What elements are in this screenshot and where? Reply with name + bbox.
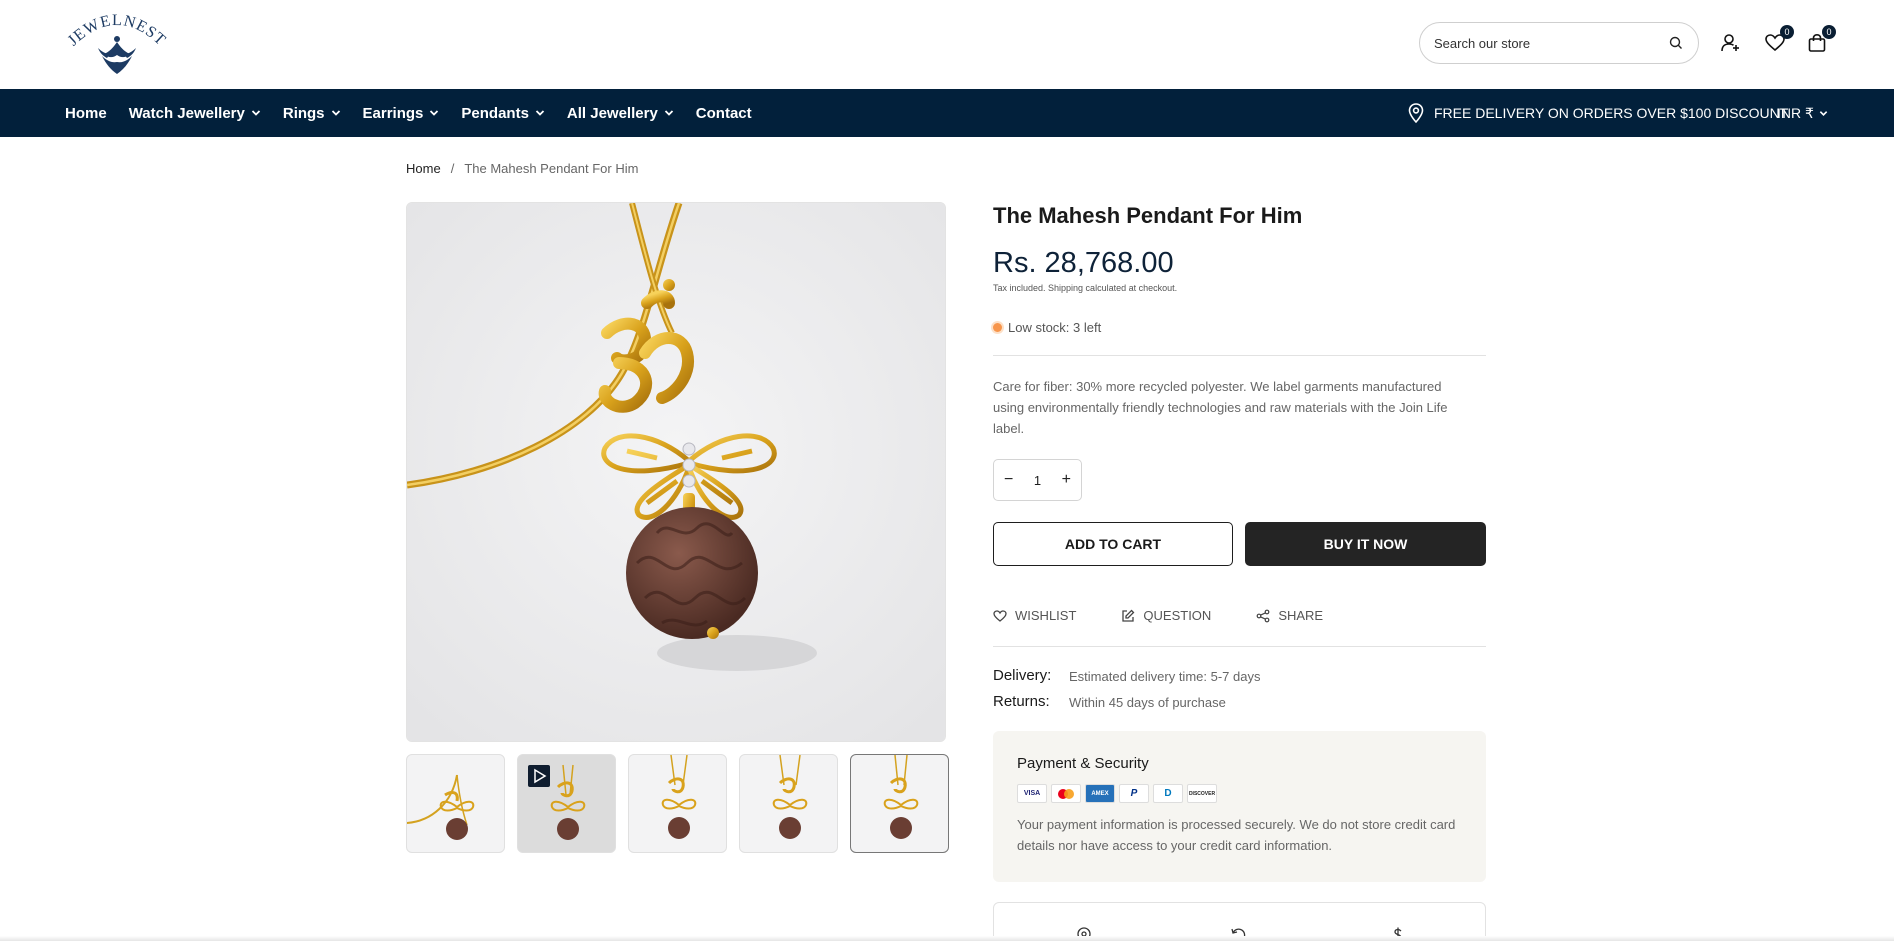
delivery-label: Delivery: (993, 667, 1052, 684)
nav-item-contact[interactable]: Contact (696, 105, 752, 122)
stock-text: Low stock: 3 left (1008, 320, 1102, 335)
chevron-down-icon (251, 110, 260, 116)
nav-item-label: Home (65, 104, 107, 122)
chevron-down-icon (430, 110, 439, 116)
site-header: JEWELNEST 0 (0, 0, 1894, 89)
stock-status: Low stock: 3 left (993, 320, 1101, 335)
wishlist-count-badge: 0 (1780, 25, 1794, 39)
chevron-down-icon (1819, 110, 1828, 116)
nav-menu: Home Watch Jewellery Rings Earrings Pend… (65, 89, 774, 137)
share-icon (1256, 609, 1270, 622)
payment-methods: VISA AMEX P D DISCOVER (1017, 784, 1462, 803)
breadcrumb-current: The Mahesh Pendant For Him (464, 161, 639, 176)
chevron-down-icon (331, 110, 340, 116)
site-logo[interactable]: JEWELNEST (62, 8, 172, 78)
decrease-quantity-button[interactable]: − (1004, 471, 1013, 489)
payment-security-title: Payment & Security (1017, 755, 1149, 772)
breadcrumb-separator: / (450, 161, 455, 176)
diners-club-icon: D (1153, 784, 1183, 803)
nav-item-rings[interactable]: Rings (283, 105, 341, 122)
divider (993, 646, 1486, 647)
quantity-value[interactable]: 1 (1034, 473, 1041, 488)
visa-icon: VISA (1017, 784, 1047, 803)
cart-icon[interactable]: 0 (1806, 25, 1836, 54)
nav-item-home[interactable]: Home (65, 105, 107, 122)
nav-item-all-jewellery[interactable]: All Jewellery (567, 105, 674, 122)
nav-item-pendants[interactable]: Pendants (461, 105, 545, 122)
wishlist-label: WISHLIST (1015, 608, 1077, 623)
product-actions: WISHLIST QUESTION SHARE (993, 608, 1368, 623)
question-button[interactable]: QUESTION (1121, 608, 1211, 623)
add-to-cart-button[interactable]: ADD TO CART (993, 522, 1233, 566)
search-icon[interactable] (1668, 35, 1684, 51)
amex-icon: AMEX (1085, 784, 1115, 803)
edit-icon (1122, 609, 1135, 622)
product-price: Rs. 28,768.00 (993, 247, 1174, 279)
nav-item-earrings[interactable]: Earrings (363, 105, 440, 122)
question-label: QUESTION (1143, 608, 1212, 623)
delivery-info: Delivery: Estimated delivery time: 5-7 d… (993, 667, 1260, 684)
returns-value: Within 45 days of purchase (1069, 695, 1226, 710)
nav-item-label: Watch Jewellery (128, 104, 245, 122)
divider (993, 355, 1486, 356)
cart-count-badge: 0 (1822, 25, 1836, 39)
stock-indicator-dot (993, 323, 1002, 332)
thumbnail-strip (406, 754, 949, 853)
chevron-down-icon (535, 110, 545, 116)
promo-text: FREE DELIVERY ON ORDERS OVER $100 DISCOU… (1434, 105, 1791, 121)
promo-banner: FREE DELIVERY ON ORDERS OVER $100 DISCOU… (1407, 89, 1791, 137)
nav-item-label: All Jewellery (566, 104, 658, 122)
product-title: The Mahesh Pendant For Him (993, 203, 1303, 228)
payment-security-text: Your payment information is processed se… (1017, 817, 1456, 853)
currency-selector[interactable]: INR ₹ (1777, 89, 1828, 137)
chevron-down-icon (664, 110, 673, 116)
nav-item-label: Earrings (362, 104, 424, 122)
search-input[interactable] (1434, 35, 1668, 51)
share-label: SHARE (1278, 608, 1324, 623)
delivery-value: Estimated delivery time: 5-7 days (1069, 669, 1261, 684)
account-icon[interactable] (1720, 32, 1742, 54)
share-button[interactable]: SHARE (1256, 608, 1323, 623)
product-thumbnail-active[interactable] (850, 754, 949, 853)
main-navigation: Home Watch Jewellery Rings Earrings Pend… (0, 89, 1894, 137)
returns-label: Returns: (993, 693, 1050, 710)
breadcrumb-home-link[interactable]: Home (406, 161, 441, 176)
nav-item-watch-jewellery[interactable]: Watch Jewellery (129, 105, 261, 122)
location-pin-icon (1408, 103, 1424, 123)
buy-now-button[interactable]: BUY IT NOW (1245, 522, 1486, 566)
tax-note: Tax included. Shipping calculated at che… (993, 283, 1178, 293)
discover-icon: DISCOVER (1187, 784, 1217, 803)
payment-security-box: Payment & Security VISA AMEX P D DISCOVE… (993, 731, 1486, 882)
wishlist-header-icon[interactable]: 0 (1764, 25, 1794, 54)
mastercard-icon (1051, 784, 1081, 803)
search-box[interactable] (1419, 22, 1699, 64)
nav-item-label: Contact (695, 104, 752, 122)
increase-quantity-button[interactable]: + (1062, 471, 1071, 489)
play-video-icon[interactable] (528, 765, 550, 787)
quantity-stepper[interactable]: − 1 + (993, 459, 1082, 501)
product-video-thumbnail[interactable] (517, 754, 616, 853)
heart-icon (993, 609, 1007, 622)
product-description: Care for fiber: 30% more recycled polyes… (993, 379, 1448, 436)
breadcrumb: Home / The Mahesh Pendant For Him (406, 161, 638, 176)
paypal-icon: P (1119, 784, 1149, 803)
product-thumbnail[interactable] (739, 754, 838, 853)
nav-item-label: Pendants (461, 104, 529, 122)
returns-info: Returns: Within 45 days of purchase (993, 693, 1226, 710)
currency-label: INR ₹ (1777, 104, 1814, 121)
product-thumbnail[interactable] (406, 754, 505, 853)
nav-item-label: Rings (282, 104, 325, 122)
product-thumbnail[interactable] (628, 754, 727, 853)
product-main-image[interactable] (406, 202, 946, 742)
page-bottom-shadow (0, 936, 1894, 941)
wishlist-button[interactable]: WISHLIST (993, 608, 1076, 623)
